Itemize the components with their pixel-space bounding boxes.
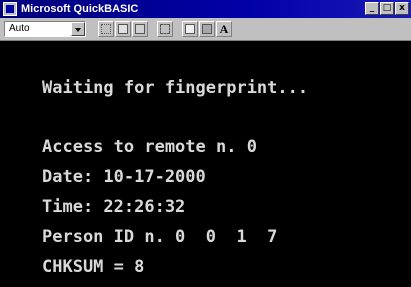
close-button[interactable]: x [395, 2, 409, 15]
copy-button[interactable] [115, 21, 131, 37]
toolbar: Auto A [0, 18, 411, 41]
mark-button[interactable] [98, 21, 114, 37]
console-output[interactable]: Waiting for fingerprint... Access to rem… [0, 41, 411, 287]
font-icon: A [219, 22, 229, 36]
properties-icon [185, 24, 195, 34]
console-line-person-id: Person ID n. 0 0 1 7 [42, 227, 278, 247]
fullscreen-button[interactable] [157, 21, 173, 37]
font-size-select[interactable]: Auto [4, 21, 86, 37]
paste-icon [135, 24, 145, 34]
fullscreen-icon [160, 24, 170, 34]
copy-icon [118, 24, 128, 34]
minimize-button[interactable]: _ [365, 2, 379, 15]
background-button[interactable] [199, 21, 215, 37]
quickbasic-window: Microsoft QuickBASIC _ □ x Auto A Waitin… [0, 0, 411, 287]
mark-icon [101, 24, 111, 34]
properties-button[interactable] [182, 21, 198, 37]
font-button[interactable]: A [216, 21, 232, 37]
paste-button[interactable] [132, 21, 148, 37]
title-bar[interactable]: Microsoft QuickBASIC _ □ x [0, 0, 411, 18]
window-title: Microsoft QuickBASIC [21, 3, 139, 15]
chevron-down-icon[interactable] [71, 22, 85, 36]
window-controls: _ □ x [365, 2, 409, 15]
maximize-button[interactable]: □ [380, 2, 394, 15]
msdos-app-icon[interactable] [3, 2, 17, 16]
console-line-time: Time: 22:26:32 [42, 197, 186, 217]
font-size-value: Auto [9, 23, 30, 34]
background-icon [202, 24, 212, 34]
console-line-date: Date: 10-17-2000 [42, 167, 206, 187]
console-line-access: Access to remote n. 0 [42, 137, 257, 157]
console-line-waiting: Waiting for fingerprint... [42, 78, 309, 98]
console-line-chksum: CHKSUM = 8 [42, 257, 145, 277]
